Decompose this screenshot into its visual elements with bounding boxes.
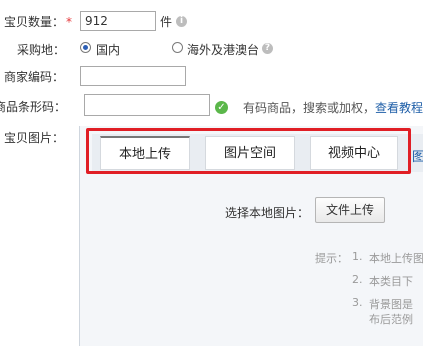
tip-text-continued: 布后范例: [369, 313, 413, 326]
barcode-hint: 有码商品，搜索或加权，: [243, 101, 376, 115]
tip-number: 3.: [352, 296, 363, 309]
tip-number: 1.: [352, 250, 363, 263]
images-label: 宝贝图片：: [4, 131, 65, 145]
quantity-label: 宝贝数量： *: [4, 15, 73, 29]
required-mark: *: [66, 15, 73, 29]
tip-text: 本地上传图: [369, 252, 423, 265]
tip-text: 本类目下: [369, 275, 413, 288]
barcode-label: 商品条形码：: [0, 100, 67, 114]
highlight-box: [86, 128, 411, 174]
barcode-input[interactable]: [84, 94, 210, 116]
tab-overflow[interactable]: 图: [412, 146, 423, 165]
barcode-tutorial-link[interactable]: 查看教程: [375, 99, 423, 116]
origin-overseas-label[interactable]: 海外及港澳台: [187, 41, 259, 58]
quantity-input[interactable]: [80, 11, 156, 31]
quantity-unit: 件: [160, 15, 173, 29]
origin-label: 采购地：: [17, 43, 66, 57]
origin-domestic-label[interactable]: 国内: [96, 41, 120, 58]
help-icon[interactable]: ?: [262, 43, 273, 54]
origin-domestic-radio[interactable]: [80, 42, 91, 53]
file-upload-button[interactable]: 文件上传: [315, 197, 385, 223]
select-local-image-label: 选择本地图片：: [225, 206, 310, 220]
merchant-code-input[interactable]: [80, 66, 186, 86]
check-icon: ✓: [215, 101, 228, 114]
origin-overseas-radio[interactable]: [172, 42, 183, 53]
help-icon[interactable]: i: [176, 16, 187, 27]
merchant-code-label: 商家编码：: [4, 70, 65, 84]
tip-number: 2.: [352, 273, 363, 286]
tip-text: 背景图是: [369, 298, 413, 311]
tips-label: 提示：: [315, 252, 348, 265]
